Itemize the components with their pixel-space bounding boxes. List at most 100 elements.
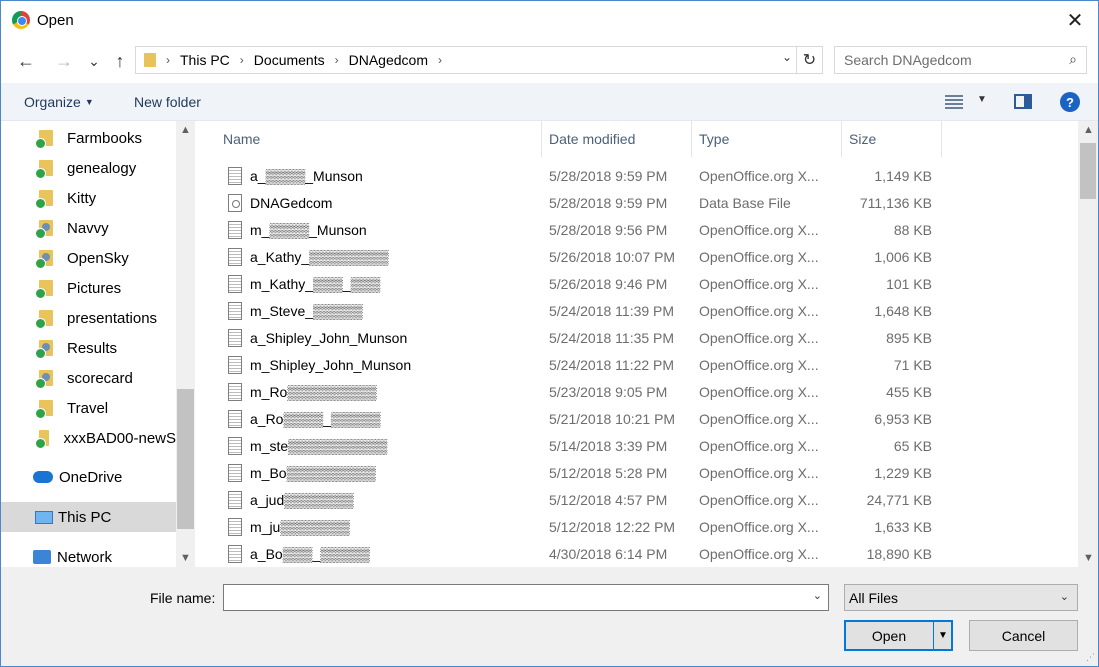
sidebar-item-kitty[interactable]: Kitty xyxy=(1,183,176,213)
refresh-button[interactable]: ↻ xyxy=(796,47,822,73)
search-icon[interactable]: ⌕ xyxy=(1069,51,1077,68)
sidebar-item-xxxbad00-news[interactable]: xxxBAD00-newS xyxy=(1,423,176,453)
sidebar-item-genealogy[interactable]: genealogy xyxy=(1,153,176,183)
search-input[interactable] xyxy=(835,47,1050,73)
recent-locations-button[interactable]: ⌄ xyxy=(87,49,101,73)
file-size: 24,771 KB xyxy=(866,492,932,508)
file-row[interactable]: a_Shipley_John_Munson 5/24/2018 11:35 PM O… xyxy=(197,325,957,352)
sidebar-item-travel[interactable]: Travel xyxy=(1,393,176,423)
file-name: a_Bo▒▒▒_▒▒▒▒▒ xyxy=(250,546,370,562)
scroll-thumb[interactable] xyxy=(177,389,194,529)
scroll-down-icon[interactable]: ▼ xyxy=(1083,552,1094,564)
sidebar-item-label: Navvy xyxy=(67,219,109,237)
breadcrumb-separator[interactable]: › xyxy=(240,53,244,67)
breadcrumb-separator[interactable]: › xyxy=(166,53,170,67)
shared-folder-icon xyxy=(35,370,53,389)
sidebar-item-this-pc[interactable]: This PC xyxy=(1,502,176,532)
sidebar-item-navvy[interactable]: Navvy xyxy=(1,213,176,243)
breadcrumb-separator[interactable]: › xyxy=(335,53,339,67)
sidebar-item-onedrive[interactable]: OneDrive xyxy=(1,462,176,492)
file-row[interactable]: a_▒▒▒▒_Munson 5/28/2018 9:59 PM OpenOffice… xyxy=(197,163,957,190)
file-row[interactable]: a_Ro▒▒▒▒_▒▒▒▒▒ 5/21/2018 10:21 PM OpenOffi… xyxy=(197,406,957,433)
file-row[interactable]: a_Kathy_▒▒▒▒▒▒▒▒ 5/26/2018 10:07 PM OpenOf… xyxy=(197,244,957,271)
sidebar-item-presentations[interactable]: presentations xyxy=(1,303,176,333)
address-bar[interactable]: › This PC › Documents › DNAgedcom › ⌄ ↻ xyxy=(135,46,823,74)
file-row[interactable]: m_ju▒▒▒▒▒▒▒ 5/12/2018 12:22 PM OpenOffice.… xyxy=(197,514,957,541)
file-row[interactable]: m_Bo▒▒▒▒▒▒▒▒▒ 5/12/2018 5:28 PM OpenOffice… xyxy=(197,460,957,487)
file-name-input[interactable] xyxy=(224,585,804,610)
file-type-filter-value: All Files xyxy=(849,589,899,606)
preview-pane-icon[interactable] xyxy=(1014,94,1032,109)
view-options-icon[interactable] xyxy=(945,95,963,109)
file-type-filter[interactable]: All Files ⌄ xyxy=(844,584,1078,611)
sidebar-item-opensky[interactable]: OpenSky xyxy=(1,243,176,273)
file-name-combobox: ⌄ xyxy=(223,584,829,611)
sidebar-item-network[interactable]: Network xyxy=(1,542,176,567)
file-row[interactable]: m_Steve_▒▒▒▒▒ 5/24/2018 11:39 PM OpenOffic… xyxy=(197,298,957,325)
scroll-thumb[interactable] xyxy=(1080,143,1096,199)
sidebar-item-label: This PC xyxy=(58,508,112,526)
back-button[interactable]: ← xyxy=(15,49,37,73)
new-folder-button[interactable]: New folder xyxy=(134,94,201,110)
help-icon[interactable]: ? xyxy=(1060,92,1080,112)
database-file-icon xyxy=(228,194,242,212)
folder-icon xyxy=(35,400,53,419)
file-row[interactable]: m_Shipley_John_Munson 5/24/2018 11:22 PM O… xyxy=(197,352,957,379)
breadcrumb-dnagedcom[interactable]: DNAgedcom xyxy=(349,52,428,68)
sort-indicator-icon: ⌃ xyxy=(612,121,621,129)
file-list-scrollbar[interactable]: ▲ ▼ xyxy=(1078,121,1098,567)
spreadsheet-file-icon xyxy=(228,464,242,482)
chevron-down-icon[interactable]: ⌄ xyxy=(813,589,822,602)
file-type: OpenOffice.org X... xyxy=(699,546,819,562)
column-header-name[interactable]: Name xyxy=(197,121,542,157)
file-row[interactable]: m_▒▒▒▒_Munson 5/28/2018 9:56 PM OpenOffice… xyxy=(197,217,957,244)
file-row[interactable]: m_Kathy_▒▒▒_▒▒▒ 5/26/2018 9:46 PM OpenOffi… xyxy=(197,271,957,298)
shared-folder-icon xyxy=(35,340,53,359)
column-header-label: Date modified xyxy=(549,131,636,147)
open-options-dropdown[interactable]: ▼ xyxy=(933,621,952,650)
breadcrumb-this-pc[interactable]: This PC xyxy=(180,52,230,68)
sidebar-item-scorecard[interactable]: scorecard xyxy=(1,363,176,393)
file-date-modified: 5/14/2018 3:39 PM xyxy=(549,438,668,454)
organize-button[interactable]: Organize ▼ xyxy=(24,94,94,110)
column-header-size[interactable]: Size xyxy=(842,121,942,157)
file-type: OpenOffice.org X... xyxy=(699,492,819,508)
column-header-type[interactable]: Type xyxy=(692,121,842,157)
file-row[interactable]: m_ste▒▒▒▒▒▒▒▒▒▒ 5/14/2018 3:39 PM OpenOffi… xyxy=(197,433,957,460)
sidebar-item-pictures[interactable]: Pictures xyxy=(1,273,176,303)
file-row[interactable]: m_Ro▒▒▒▒▒▒▒▒▒ 5/23/2018 9:05 PM OpenOffice… xyxy=(197,379,957,406)
sidebar-item-farmbooks[interactable]: Farmbooks xyxy=(1,123,176,153)
sidebar-item-label: scorecard xyxy=(67,369,133,387)
up-button[interactable]: ↑ xyxy=(109,49,131,73)
sidebar-item-label: OneDrive xyxy=(59,468,123,486)
dialog-title: Open xyxy=(37,12,74,29)
forward-button[interactable]: → xyxy=(53,49,75,73)
resize-grip-icon[interactable]: ⋰ xyxy=(1086,652,1095,663)
organize-label: Organize xyxy=(24,94,81,110)
view-dropdown-icon[interactable]: ▼ xyxy=(977,94,987,105)
folder-icon xyxy=(35,160,53,179)
file-row[interactable]: a_jud▒▒▒▒▒▒▒ 5/12/2018 4:57 PM OpenOffice.… xyxy=(197,487,957,514)
close-button[interactable]: ✕ xyxy=(1052,1,1098,39)
navigation-scrollbar[interactable]: ▲ ▼ xyxy=(176,121,195,567)
file-date-modified: 5/12/2018 12:22 PM xyxy=(549,519,676,535)
breadcrumb-documents[interactable]: Documents xyxy=(254,52,325,68)
cancel-button[interactable]: Cancel xyxy=(969,620,1078,651)
file-row[interactable]: DNAGedcom 5/28/2018 9:59 PM Data Base File… xyxy=(197,190,957,217)
file-size: 1,149 KB xyxy=(874,168,932,184)
scroll-up-icon[interactable]: ▲ xyxy=(180,124,191,136)
computer-icon xyxy=(35,510,53,524)
scroll-up-icon[interactable]: ▲ xyxy=(1083,124,1094,136)
open-button[interactable]: Open xyxy=(845,621,933,650)
folder-icon xyxy=(144,53,156,67)
scroll-down-icon[interactable]: ▼ xyxy=(180,552,191,564)
file-name: m_ju▒▒▒▒▒▒▒ xyxy=(250,519,350,535)
folder-icon xyxy=(35,280,53,299)
file-row[interactable]: a_Bo▒▒▒_▒▒▒▒▒ 4/30/2018 6:14 PM OpenOffice… xyxy=(197,541,957,567)
network-icon xyxy=(33,550,51,564)
file-date-modified: 5/24/2018 11:22 PM xyxy=(549,357,675,373)
sidebar-item-label: Farmbooks xyxy=(67,129,143,147)
sidebar-item-results[interactable]: Results xyxy=(1,333,176,363)
breadcrumb-separator[interactable]: › xyxy=(438,53,442,67)
address-dropdown-icon[interactable]: ⌄ xyxy=(782,50,792,64)
